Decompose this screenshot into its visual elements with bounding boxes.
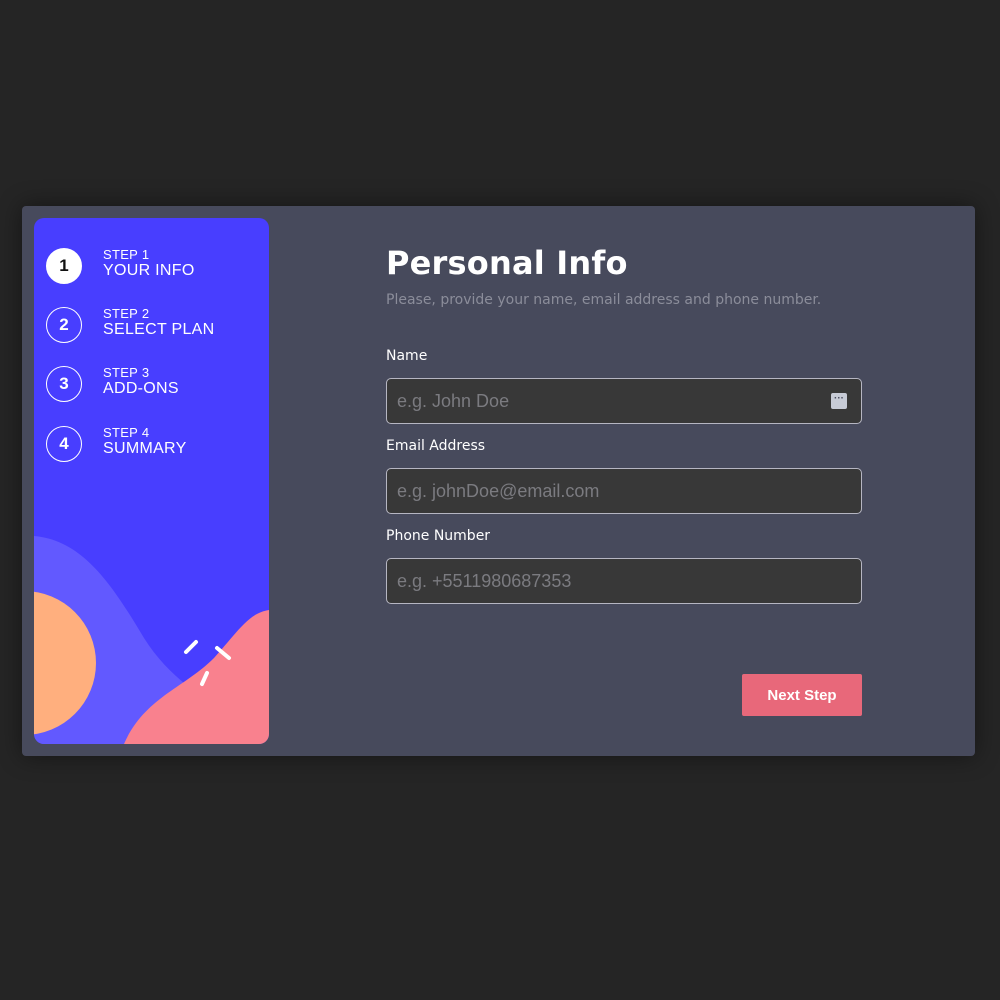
page-title: Personal Info — [386, 244, 628, 282]
step-1-label: STEP 1 — [103, 247, 150, 262]
name-input[interactable] — [386, 378, 862, 424]
step-4-number: 4 — [46, 426, 82, 462]
email-label: Email Address — [386, 438, 486, 454]
step-2-label: STEP 2 — [103, 306, 150, 321]
step-4[interactable]: 4 STEP 4 SUMMARY — [46, 425, 261, 465]
step-3-number: 3 — [46, 366, 82, 402]
next-step-button[interactable]: Next Step — [742, 674, 862, 716]
step-2-title: SELECT PLAN — [103, 321, 215, 338]
step-1-number: 1 — [46, 248, 82, 284]
step-3-title: ADD-ONS — [103, 380, 179, 397]
email-input[interactable] — [386, 468, 862, 514]
step-3[interactable]: 3 STEP 3 ADD-ONS — [46, 365, 261, 405]
name-label: Name — [386, 348, 428, 364]
step-2-number: 2 — [46, 307, 82, 343]
step-4-title: SUMMARY — [103, 440, 187, 457]
sidebar: 1 STEP 1 YOUR INFO 2 STEP 2 SELECT PLAN … — [34, 218, 269, 744]
form-card: 1 STEP 1 YOUR INFO 2 STEP 2 SELECT PLAN … — [22, 206, 975, 756]
step-2[interactable]: 2 STEP 2 SELECT PLAN — [46, 306, 261, 346]
step-4-label: STEP 4 — [103, 425, 150, 440]
page-subtitle: Please, provide your name, email address… — [386, 292, 822, 308]
step-1-title: YOUR INFO — [103, 262, 195, 279]
step-1[interactable]: 1 STEP 1 YOUR INFO — [46, 247, 261, 287]
sidebar-decoration — [34, 536, 269, 744]
autofill-icon[interactable]: ··· — [831, 393, 847, 409]
phone-label: Phone Number — [386, 528, 491, 544]
phone-input[interactable] — [386, 558, 862, 604]
step-3-label: STEP 3 — [103, 365, 150, 380]
